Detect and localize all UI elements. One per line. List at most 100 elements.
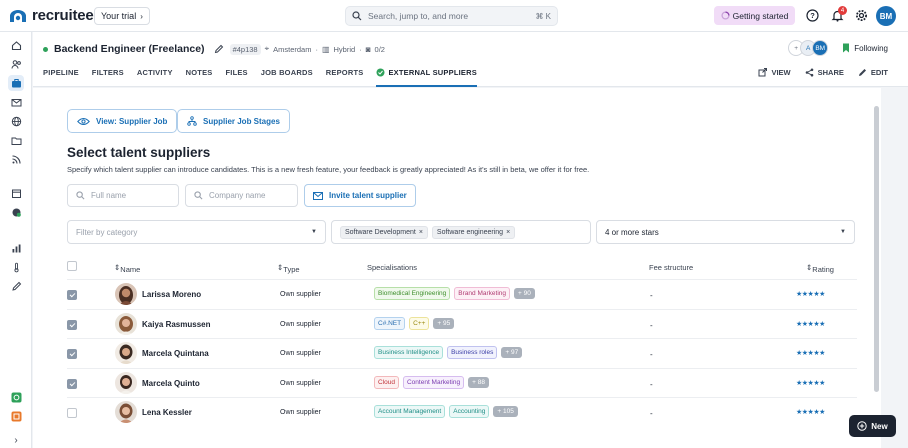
table-row[interactable]: Marcela Quintana Own supplier Business I… <box>67 338 857 368</box>
specialisation-tags: Biomedical Engineering Brand Marketing +… <box>374 287 535 300</box>
job-title[interactable]: Backend Engineer (Freelance) <box>54 43 205 55</box>
tab-reports[interactable]: REPORTS <box>326 68 364 87</box>
eye-icon <box>77 117 90 125</box>
table-row[interactable]: Kaiya Rasmussen Own supplier C#.NET C++ … <box>67 309 857 339</box>
company-name-input[interactable]: Company name <box>185 184 298 207</box>
fee-structure: - <box>650 321 653 330</box>
tab-files[interactable]: FILES <box>226 68 248 87</box>
supplier-type: Own supplier <box>280 409 321 416</box>
help-icon[interactable]: ? <box>805 8 819 22</box>
candidates-icon[interactable] <box>8 56 24 72</box>
app-integration-green-icon[interactable] <box>8 389 24 405</box>
getting-started-button[interactable]: Getting started <box>714 6 795 25</box>
rating-filter-select[interactable]: 4 or more stars ▼ <box>596 220 855 244</box>
gear-icon[interactable] <box>854 8 868 22</box>
world-settings-icon[interactable] <box>8 204 24 220</box>
view-supplier-job-button[interactable]: View: Supplier Job <box>67 109 178 133</box>
view-button[interactable]: VIEW <box>758 68 791 77</box>
external-suppliers-panel: View: Supplier Job Supplier Job Stages S… <box>33 88 881 448</box>
pen-icon[interactable] <box>8 278 24 294</box>
invite-talent-supplier-button[interactable]: Invite talent supplier <box>304 184 416 207</box>
brand-name: recruitee <box>32 7 94 24</box>
name-column-label: Name <box>120 265 141 274</box>
share-icon <box>805 68 813 77</box>
analytics-icon[interactable] <box>8 240 24 256</box>
sort-type-header[interactable]: ⇕ Type <box>277 263 300 274</box>
tab-pipeline[interactable]: PIPELINE <box>43 68 79 87</box>
content-scrollbar[interactable] <box>874 106 879 392</box>
temperature-icon[interactable] <box>8 259 24 275</box>
separator-dot: · <box>315 44 318 54</box>
supplier-name[interactable]: Lena Kessler <box>142 408 192 417</box>
supplier-name[interactable]: Marcela Quintana <box>142 349 209 358</box>
sort-name-header[interactable]: ⇕ Name <box>114 263 140 274</box>
row-checkbox[interactable] <box>67 349 77 359</box>
globe-icon[interactable] <box>8 113 24 129</box>
rss-icon[interactable] <box>8 151 24 167</box>
top-bar: recruitee Your trial › Search, jump to, … <box>0 0 908 32</box>
following-label: Following <box>854 43 888 53</box>
job-workplace: Hybrid <box>333 44 356 54</box>
company-name-placeholder: Company name <box>209 191 266 200</box>
more-tags-badge[interactable]: + 90 <box>514 288 535 299</box>
job-header: Backend Engineer (Freelance) #4p138 ⌖ Am… <box>33 32 908 87</box>
select-all-checkbox[interactable] <box>67 261 77 271</box>
edit-pencil-icon[interactable] <box>214 44 224 54</box>
global-search-input[interactable]: Search, jump to, and more ⌘ K <box>345 6 558 26</box>
job-tabs: PIPELINE FILTERS ACTIVITY NOTES FILES JO… <box>43 68 477 87</box>
section-description: Specify which talent supplier can introd… <box>67 165 590 174</box>
more-tags-badge[interactable]: + 105 <box>493 406 518 417</box>
more-tags-badge[interactable]: + 97 <box>501 347 523 358</box>
category-filter-select[interactable]: Filter by category ▼ <box>67 220 326 244</box>
fee-structure: - <box>650 291 653 300</box>
trial-button[interactable]: Your trial › <box>94 7 150 25</box>
recruitee-logo[interactable]: recruitee <box>8 7 94 24</box>
supplier-name[interactable]: Marcela Quinto <box>142 379 200 388</box>
svg-text:?: ? <box>810 11 815 20</box>
followers-group[interactable]: + A BM <box>788 40 829 56</box>
tab-notes[interactable]: NOTES <box>186 68 213 87</box>
home-icon[interactable] <box>8 37 24 53</box>
table-row[interactable]: Larissa Moreno Own supplier Biomedical E… <box>67 279 857 309</box>
row-checkbox[interactable] <box>67 408 77 418</box>
table-row[interactable]: Marcela Quinto Own supplier Cloud Conten… <box>67 368 857 398</box>
left-sidebar: › <box>0 32 32 448</box>
tab-activity[interactable]: ACTIVITY <box>137 68 173 87</box>
table-row[interactable]: Lena Kessler Own supplier Account Manage… <box>67 397 857 427</box>
row-checkbox[interactable] <box>67 320 77 330</box>
external-suppliers-icon <box>376 68 385 77</box>
tab-job-boards[interactable]: JOB BOARDS <box>261 68 313 87</box>
expand-sidebar-icon[interactable]: › <box>8 432 24 448</box>
specialisation-chip[interactable]: Software engineering × <box>431 225 516 239</box>
edit-button[interactable]: EDIT <box>858 68 888 77</box>
specialisation-chip[interactable]: Software Development × <box>340 225 428 239</box>
calendar-icon[interactable] <box>8 185 24 201</box>
specialisation-tag: Accounting <box>449 405 490 418</box>
share-button[interactable]: SHARE <box>805 68 844 77</box>
tab-filters[interactable]: FILTERS <box>92 68 124 87</box>
supplier-job-stages-button[interactable]: Supplier Job Stages <box>177 109 290 133</box>
user-avatar[interactable]: BM <box>876 6 896 26</box>
jobs-icon[interactable] <box>8 75 24 91</box>
sort-rating-header[interactable]: ⇕ Rating <box>806 263 834 274</box>
row-checkbox[interactable] <box>67 379 77 389</box>
more-tags-badge[interactable]: + 95 <box>433 318 455 329</box>
app-integration-orange-icon[interactable] <box>8 408 24 424</box>
specialisation-filter-select[interactable]: Software Development × Software engineeri… <box>331 220 591 244</box>
row-checkbox[interactable] <box>67 290 77 300</box>
new-button[interactable]: New <box>849 415 896 437</box>
remove-chip-icon[interactable]: × <box>506 229 510 236</box>
tab-external-suppliers[interactable]: EXTERNAL SUPPLIERS <box>376 68 477 87</box>
folder-icon[interactable] <box>8 132 24 148</box>
supplier-name[interactable]: Kaiya Rasmussen <box>142 320 210 329</box>
job-status-dot <box>43 46 48 52</box>
following-button[interactable]: Following <box>842 43 888 53</box>
remove-chip-icon[interactable]: × <box>419 229 423 236</box>
supplier-name[interactable]: Larissa Moreno <box>142 290 201 299</box>
full-name-input[interactable]: Full name <box>67 184 179 207</box>
view-label: VIEW <box>771 68 791 77</box>
external-link-icon <box>758 68 768 77</box>
envelope-icon <box>313 191 323 200</box>
mail-icon[interactable] <box>8 94 24 110</box>
more-tags-badge[interactable]: + 88 <box>468 377 489 388</box>
